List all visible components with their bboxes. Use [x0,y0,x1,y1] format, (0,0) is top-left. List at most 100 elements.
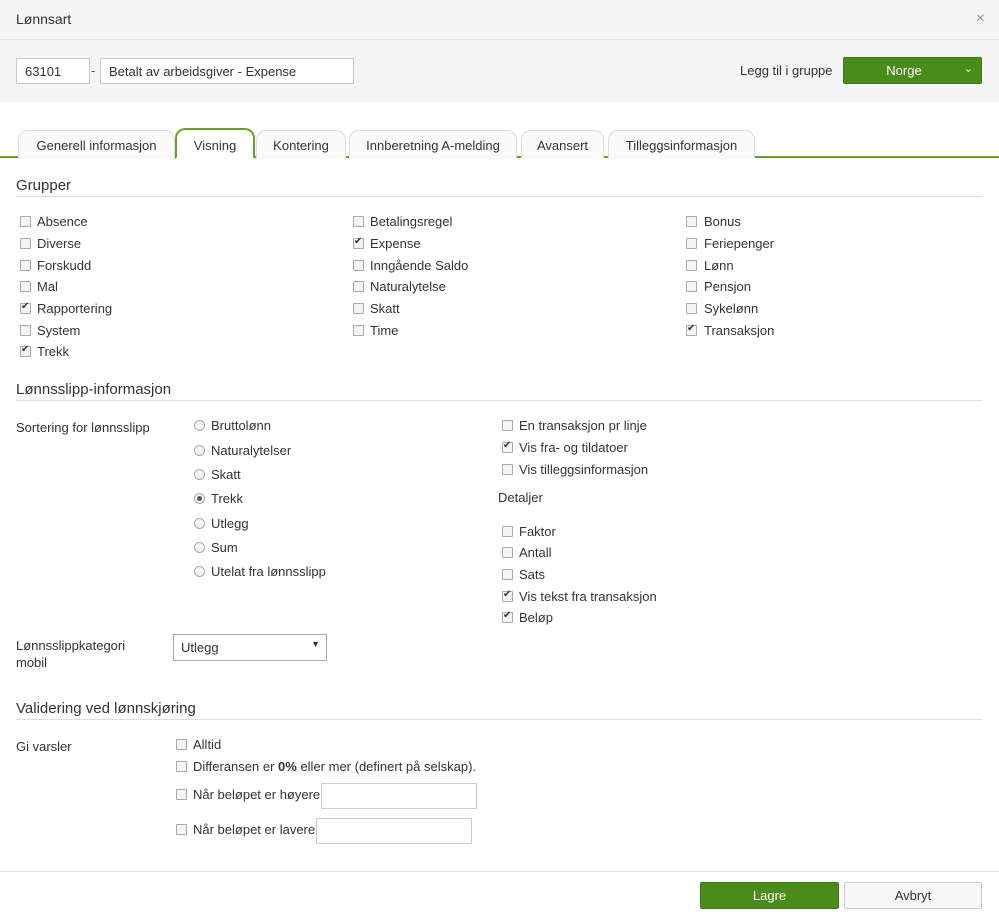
code-separator: - [91,63,96,78]
group-select-value: Norge [886,63,922,78]
sort-label-utelat: Utelat fra lønnsslipp [211,564,326,579]
group-checkbox-forskudd[interactable] [20,260,31,271]
validation-label-difference: Differansen er 0% eller mer (definert på… [193,759,476,774]
detail-checkbox-antall[interactable] [502,547,513,558]
group-checkbox-absence[interactable] [20,216,31,227]
tab-bar: Generell informasjon Visning Kontering I… [0,126,999,159]
validation-checkbox-always[interactable] [176,739,187,750]
group-checkbox-trekk[interactable] [20,344,31,357]
groups-section-title: Grupper [16,177,72,194]
group-label-sykelonn: Sykelønn [704,301,759,316]
details-label: Detaljer [498,490,543,505]
group-checkbox-naturalytelse[interactable] [353,281,364,292]
group-checkbox-expense[interactable] [353,236,364,249]
group-label-rapportering: Rapportering [37,301,113,316]
group-checkbox-pensjon[interactable] [686,281,697,292]
option-checkbox-vis-datoer[interactable] [502,440,513,453]
dialog-titlebar: Lønnsart × [0,0,999,40]
mobile-category-label: Lønnsslippkategori [16,638,126,653]
chevron-down-icon: ⌄ [963,63,973,75]
detail-checkbox-vis-tekst[interactable] [502,589,513,602]
validation-checkbox-difference[interactable] [176,761,187,772]
option-label-vis-tilleggsinformasjon: Vis tilleggsinformasjon [519,462,649,477]
sort-radio-utelat[interactable] [194,566,205,577]
group-select[interactable]: Norge ⌄ [843,57,982,84]
group-label-bonus: Bonus [704,214,741,229]
difference-text-after: eller mer (definert på selskap). [296,759,477,774]
tab-generell-informasjon[interactable]: Generell informasjon [18,130,175,159]
sort-radio-sum[interactable] [194,542,205,553]
group-label-system: System [37,323,81,338]
tab-kontering[interactable]: Kontering [256,130,346,159]
option-checkbox-en-transaksjon[interactable] [502,420,513,431]
group-label-diverse: Diverse [37,236,82,251]
sort-label: Sortering for lønnsslipp [16,420,150,435]
option-checkbox-vis-tilleggsinformasjon[interactable] [502,464,513,475]
validation-label-higher: Når beløpet er høyere [193,787,321,802]
sort-label-naturalytelser: Naturalytelser [211,443,292,458]
group-label-pensjon: Pensjon [704,279,751,294]
group-checkbox-time[interactable] [353,325,364,336]
group-label-inngaende-saldo: Inngående Saldo [370,258,469,273]
divider [16,719,982,720]
payslip-section-title: Lønnsslipp-informasjon [16,381,172,398]
detail-checkbox-belop[interactable] [502,610,513,623]
group-checkbox-inngaende-saldo[interactable] [353,260,364,271]
validation-checkbox-lower[interactable] [176,824,187,835]
sort-label-skatt: Skatt [211,467,241,482]
group-checkbox-feriepenger[interactable] [686,238,697,249]
name-input[interactable] [100,58,354,84]
detail-checkbox-faktor[interactable] [502,526,513,537]
group-checkbox-system[interactable] [20,325,31,336]
detail-label-sats: Sats [519,567,546,582]
option-label-en-transaksjon: En transaksjon pr linje [519,418,647,433]
group-checkbox-skatt[interactable] [353,303,364,314]
warn-label: Gi varsler [16,739,72,754]
close-icon[interactable]: × [976,10,985,28]
mobile-category-value: Utlegg [181,640,219,655]
tab-tilleggsinformasjon[interactable]: Tilleggsinformasjon [608,130,755,159]
group-label-transaksjon: Transaksjon [704,323,775,338]
group-label-naturalytelse: Naturalytelse [370,279,446,294]
group-checkbox-transaksjon[interactable] [686,323,697,336]
lower-amount-input[interactable] [316,818,472,844]
group-label-forskudd: Forskudd [37,258,92,273]
group-label-absence: Absence [37,214,88,229]
sort-label-bruttolonn: Bruttolønn [211,418,271,433]
sort-radio-skatt[interactable] [194,469,205,480]
code-input[interactable] [16,58,90,84]
cancel-button[interactable]: Avbryt [844,882,982,909]
sort-radio-utlegg[interactable] [194,518,205,529]
group-checkbox-mal[interactable] [20,281,31,292]
detail-label-belop: Beløp [519,610,553,625]
tab-avansert[interactable]: Avansert [521,130,604,159]
sort-radio-naturalytelser[interactable] [194,445,205,456]
sort-radio-trekk[interactable] [194,493,205,504]
group-checkbox-betalingsregel[interactable] [353,216,364,227]
group-checkbox-bonus[interactable] [686,216,697,227]
add-to-group-label: Legg til i gruppe [740,63,833,78]
detail-checkbox-sats[interactable] [502,569,513,580]
group-checkbox-diverse[interactable] [20,238,31,249]
sort-radio-bruttolonn[interactable] [194,420,205,431]
group-label-mal: Mal [37,279,58,294]
save-button[interactable]: Lagre [700,882,839,909]
sort-label-trekk: Trekk [211,491,244,506]
footer-divider [0,871,999,872]
divider [16,400,982,401]
higher-amount-input[interactable] [321,783,477,809]
tab-innberetning-a-melding[interactable]: Innberetning A-melding [349,130,517,159]
detail-label-vis-tekst: Vis tekst fra transaksjon [519,589,657,604]
tab-visning[interactable]: Visning [175,128,255,159]
group-checkbox-lonn[interactable] [686,260,697,271]
validation-checkbox-higher[interactable] [176,789,187,800]
header-bar: - Legg til i gruppe Norge ⌄ [0,40,999,102]
dialog-title: Lønnsart [16,11,72,27]
group-label-feriepenger: Feriepenger [704,236,775,251]
difference-text-before: Differansen er [193,759,279,774]
mobile-category-select[interactable]: Utlegg ▼ [173,634,327,661]
group-checkbox-sykelonn[interactable] [686,303,697,314]
group-checkbox-rapportering[interactable] [20,301,31,314]
sort-label-sum: Sum [211,540,238,555]
group-label-skatt: Skatt [370,301,400,316]
